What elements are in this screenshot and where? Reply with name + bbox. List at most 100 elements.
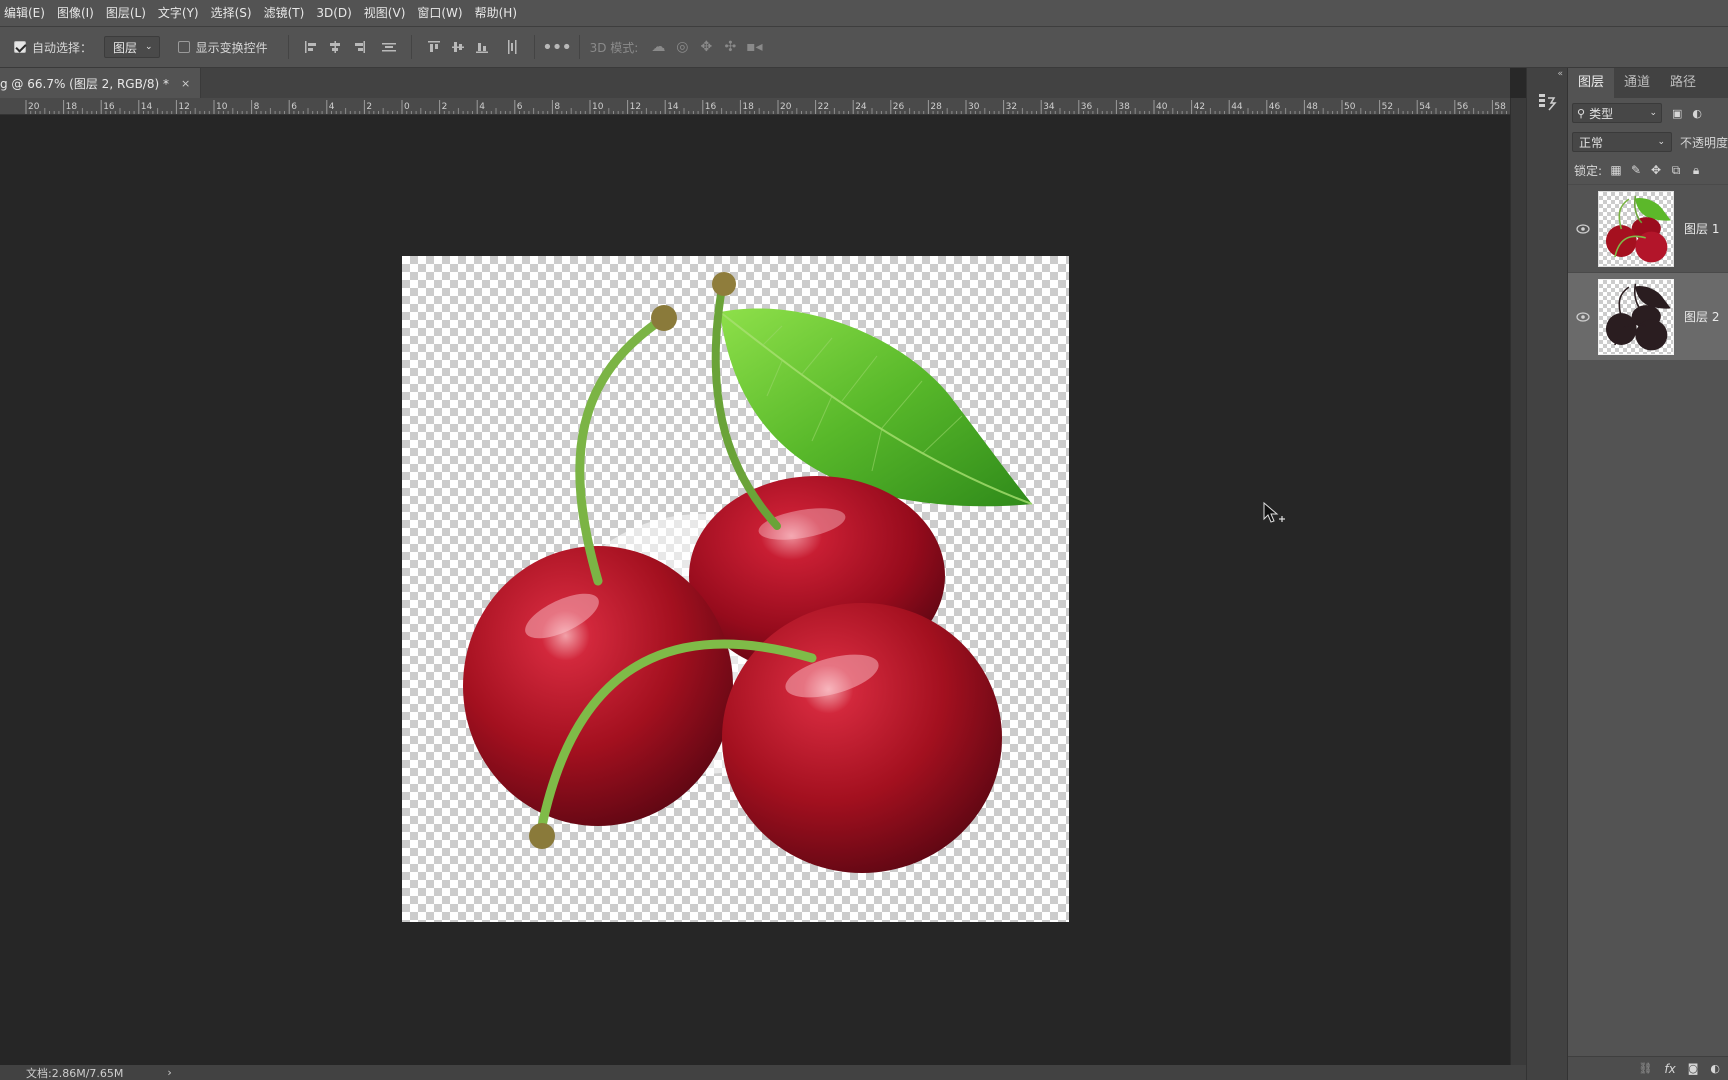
align-horizontal-center-icon[interactable] (323, 35, 347, 59)
panel-tabs: 图层 通道 路径 (1568, 68, 1728, 98)
ruler-label: 26 (893, 102, 905, 112)
ruler-label: 38 (1118, 102, 1130, 112)
layer-row[interactable]: 图层 1 (1568, 184, 1728, 272)
ruler-label: 24 (855, 102, 867, 112)
ruler-label: 40 (1156, 102, 1168, 112)
auto-select-label: 自动选择： (32, 40, 93, 55)
align-left-icon[interactable] (299, 35, 323, 59)
ruler-label: 48 (1306, 102, 1318, 112)
close-icon[interactable]: × (181, 77, 190, 90)
layer-row[interactable]: 图层 2 (1568, 272, 1728, 360)
3d-pan-icon[interactable]: ✥ (694, 35, 718, 59)
distribute-vertical-icon[interactable] (377, 35, 401, 59)
distribute-horizontal-icon[interactable] (500, 35, 524, 59)
ruler-label: 2 (366, 102, 372, 112)
layer-name[interactable]: 图层 2 (1684, 308, 1719, 325)
ruler-label: 20 (28, 102, 40, 112)
align-bottom-icon[interactable] (470, 35, 494, 59)
show-transform-checkbox[interactable] (177, 41, 190, 53)
menu-select[interactable]: 选择(S) (205, 0, 258, 26)
tab-channels[interactable]: 通道 (1614, 68, 1660, 98)
ruler-label: 18 (742, 102, 754, 112)
layer-thumbnail (1598, 190, 1674, 267)
lock-all-icon[interactable]: 🔒︎ (1690, 163, 1702, 177)
align-right-icon[interactable] (347, 35, 371, 59)
layer-filter-dropdown[interactable]: ⚲ 类型 ⌄ (1572, 103, 1662, 123)
align-top-icon[interactable] (422, 35, 446, 59)
3d-orbit-icon[interactable]: ☁ (646, 35, 670, 59)
lock-label: 锁定: (1574, 163, 1603, 178)
visibility-eye-icon[interactable] (1568, 223, 1598, 234)
blend-mode-value: 正常 (1579, 135, 1604, 150)
lock-transparent-pixels-icon[interactable]: ▦ (1610, 163, 1622, 177)
divider (410, 35, 412, 59)
image-filter-icon[interactable]: ▣ (1672, 107, 1682, 120)
ruler-label: 54 (1419, 102, 1431, 112)
divider (533, 35, 535, 59)
auto-select-target-value: 图层 (113, 40, 138, 55)
horizontal-ruler[interactable]: 20 18 16 14 12 10 8 6 4 2 0 2 4 6 8 10 12 14 16 18 20 22 24 26 2… (0, 98, 1510, 115)
menu-type[interactable]: 文字(Y) (152, 0, 205, 26)
menu-help[interactable]: 帮助(H) (469, 0, 523, 26)
vertical-scrollbar[interactable] (1510, 98, 1526, 1065)
auto-select-target-dropdown[interactable]: 图层 ⌄ (104, 36, 160, 58)
history-panel-icon[interactable] (1537, 92, 1559, 114)
ruler-label: 30 (968, 102, 980, 112)
ruler-label: 16 (103, 102, 115, 112)
lock-artboard-icon[interactable]: ⧉ (1670, 163, 1682, 177)
layer-filter-value: 类型 (1589, 106, 1614, 121)
adjustment-layer-icon[interactable]: ◐ (1710, 1062, 1720, 1075)
3d-mode-label: 3D 模式: (589, 40, 639, 55)
ruler-label: 32 (1006, 102, 1017, 112)
add-mask-icon[interactable]: ◙ (1688, 1062, 1699, 1075)
3d-camera-icon[interactable]: ▪◂ (742, 35, 766, 59)
document-tab[interactable]: g @ 66.7% (图层 2, RGB/8) * × (0, 68, 202, 98)
divider (578, 35, 580, 59)
ruler-label: 2 (442, 102, 448, 112)
tab-layers[interactable]: 图层 (1568, 68, 1615, 98)
opacity-label: 不透明度 (1679, 135, 1728, 150)
search-icon: ⚲ (1577, 106, 1586, 120)
visibility-eye-icon[interactable] (1568, 311, 1598, 322)
status-bar: 文档:2.86M/7.65M › (0, 1065, 1526, 1080)
panel-dock-strip: « (1526, 68, 1568, 1080)
ruler-label: 14 (667, 102, 679, 112)
collapse-panels-icon[interactable]: « (1527, 68, 1569, 80)
align-vertical-center-icon[interactable] (446, 35, 470, 59)
layer-name[interactable]: 图层 1 (1684, 220, 1719, 237)
link-layers-icon[interactable]: ⛓ (1638, 1062, 1652, 1075)
tab-paths[interactable]: 路径 (1660, 68, 1706, 98)
auto-select-checkbox[interactable] (14, 41, 26, 53)
menu-image[interactable]: 图像(I) (51, 0, 100, 26)
blend-mode-dropdown[interactable]: 正常 ⌄ (1572, 132, 1672, 152)
3d-slide-icon[interactable]: ✣ (718, 35, 742, 59)
layer-style-fx-icon[interactable]: fx (1664, 1062, 1675, 1076)
layers-panel-footer: ⛓ fx ◙ ◐ (1568, 1056, 1728, 1080)
status-menu-arrow-icon[interactable]: › (167, 1066, 171, 1079)
adjustment-filter-icon[interactable]: ◐ (1692, 107, 1702, 120)
chevron-down-icon: ⌄ (1657, 137, 1665, 147)
menu-edit[interactable]: 编辑(E) (0, 0, 51, 26)
menu-view[interactable]: 视图(V) (358, 0, 412, 26)
3d-roll-icon[interactable]: ◎ (670, 35, 694, 59)
options-bar: 自动选择： 图层 ⌄ 显示变换控件 ••• 3D 模式: ☁ ◎ ✥ ✣ ▪◂ (0, 26, 1728, 68)
lock-position-icon[interactable]: ✥ (1650, 163, 1662, 177)
menu-3d[interactable]: 3D(D) (310, 0, 357, 26)
ruler-label: 34 (1043, 102, 1055, 112)
ruler-label: 16 (705, 102, 717, 112)
document-tab-bar: g @ 66.7% (图层 2, RGB/8) * × (0, 68, 1510, 98)
move-cursor-icon (1263, 501, 1285, 523)
menu-window[interactable]: 窗口(W) (411, 0, 468, 26)
layers-panel: 图层 通道 路径 ⚲ 类型 ⌄ ▣ ◐ 正常 ⌄ 不透明度 锁定: ▦ ✎ ✥ … (1568, 68, 1728, 1080)
ruler-label: 44 (1231, 102, 1243, 112)
ruler-label: 58 (1494, 102, 1506, 112)
show-transform-label: 显示变换控件 (195, 40, 268, 55)
menu-layer[interactable]: 图层(L) (100, 0, 152, 26)
lock-image-pixels-icon[interactable]: ✎ (1630, 163, 1642, 177)
canvas-area[interactable] (0, 115, 1510, 1065)
ruler-label: 22 (818, 102, 829, 112)
chevron-down-icon: ⌄ (145, 42, 153, 52)
more-options-icon[interactable]: ••• (542, 35, 572, 59)
menu-filter[interactable]: 滤镜(T) (258, 0, 311, 26)
document-canvas[interactable] (402, 256, 1069, 922)
